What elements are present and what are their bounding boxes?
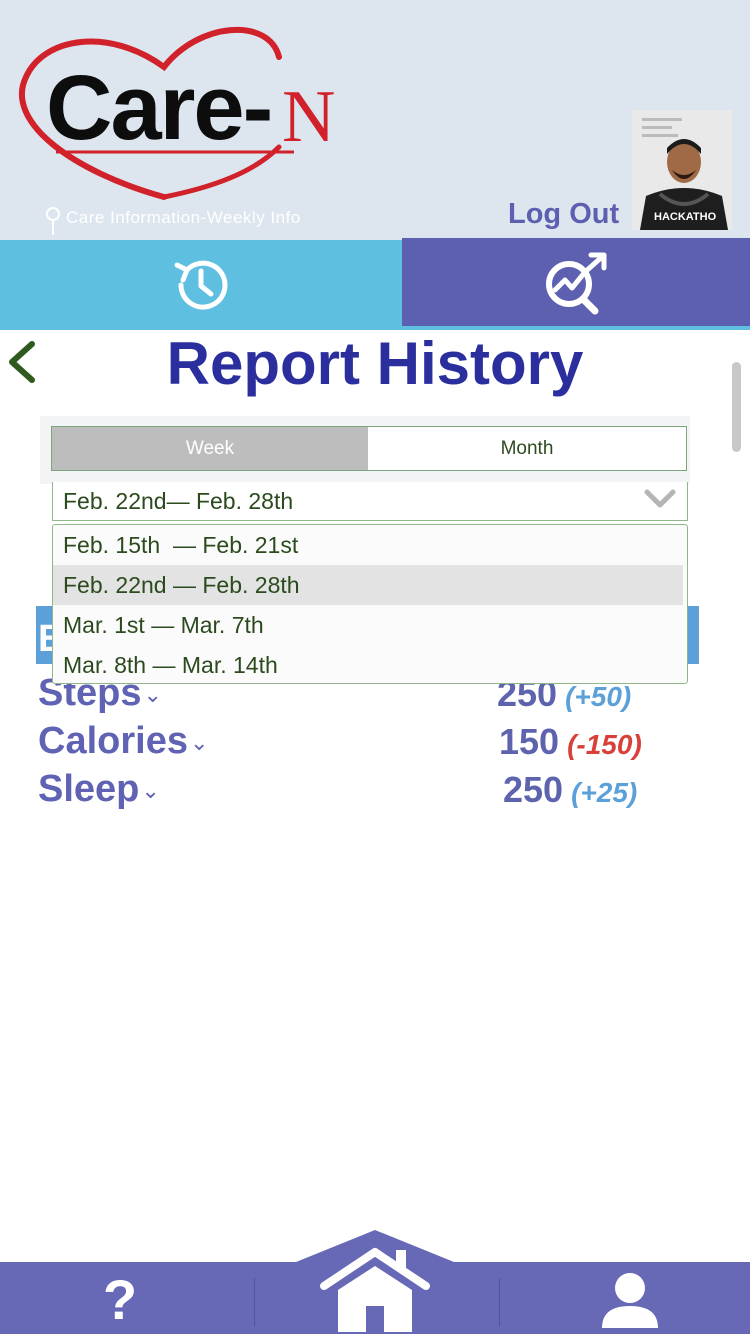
chevron-down-icon: ⌄ (141, 777, 160, 803)
pin-icon (46, 207, 60, 235)
tab-history[interactable] (0, 240, 402, 330)
dropdown-option[interactable]: Feb. 15th — Feb. 21st (53, 525, 687, 565)
chevron-down-icon (644, 489, 676, 508)
date-range-value: Feb. 22nd— Feb. 28th (63, 488, 294, 514)
date-range-select[interactable]: Feb. 22nd— Feb. 28th (52, 482, 688, 521)
profile-icon[interactable] (598, 1270, 662, 1330)
dropdown-option-selected[interactable]: Feb. 22nd — Feb. 28th (53, 565, 683, 605)
logout-button[interactable]: Log Out (508, 198, 619, 231)
chevron-down-icon: ⌄ (143, 681, 162, 707)
app-header: Care- N Care Information-Weekly Info Log… (0, 0, 750, 240)
date-range-dropdown: Feb. 15th — Feb. 21st Feb. 22nd — Feb. 2… (52, 524, 688, 684)
metric-value-number: 150 (499, 721, 560, 762)
dropdown-option[interactable]: Mar. 8th — Mar. 14th (53, 645, 687, 683)
nav-divider (254, 1278, 255, 1326)
home-icon[interactable] (318, 1244, 432, 1332)
metric-delta: (+50) (565, 681, 632, 712)
tab-bar (0, 238, 750, 330)
segment-week[interactable]: Week (52, 427, 368, 470)
metric-label-text: Calories (38, 720, 188, 762)
metric-delta: (+25) (571, 777, 638, 808)
metric-delta: (-150) (567, 729, 642, 760)
tab-analytics[interactable] (402, 238, 750, 328)
metric-value-number: 250 (503, 769, 564, 810)
nav-divider (499, 1278, 500, 1326)
analytics-icon (546, 252, 607, 315)
avatar[interactable]: HACKATHO (632, 110, 732, 230)
scroll-indicator[interactable] (732, 362, 741, 452)
segment-month[interactable]: Month (368, 427, 686, 470)
logo-text: Care- (46, 57, 273, 159)
metric-label-text: Sleep (38, 768, 140, 810)
metric-calories-label[interactable]: Calories⌄ (38, 722, 208, 760)
history-icon (174, 260, 228, 310)
svg-text:HACKATHO: HACKATHO (654, 211, 717, 223)
avatar-photo: HACKATHO (632, 110, 732, 230)
dropdown-option[interactable]: Mar. 1st — Mar. 7th (53, 605, 687, 645)
tagline: Care Information-Weekly Info (66, 208, 301, 227)
period-segmented-control: Week Month (51, 426, 687, 471)
metric-sleep-label[interactable]: Sleep⌄ (38, 770, 160, 808)
metric-sleep-value: 250 (+25) (503, 772, 637, 808)
page-title: Report History (166, 330, 584, 397)
logo-n: N (282, 76, 336, 158)
metric-calories-value: 150 (-150) (499, 724, 642, 760)
help-icon[interactable]: ? (90, 1270, 150, 1330)
chevron-down-icon: ⌄ (189, 729, 209, 755)
